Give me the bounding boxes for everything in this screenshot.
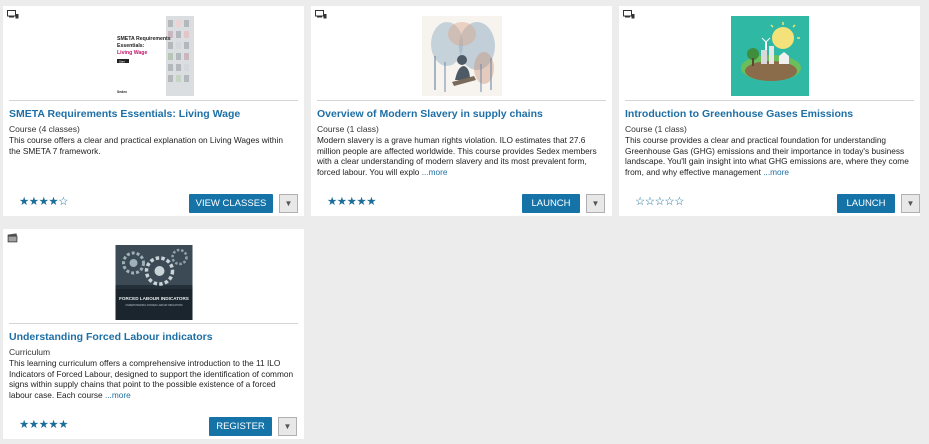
rating-stars: ★★★★★ [19,419,69,431]
chevron-down-icon: ▼ [283,422,292,431]
curriculum-type-icon [7,233,18,243]
thumb-line1: FORCED LABOUR INDICATORS [119,296,189,301]
description-text: This learning curriculum offers a compre… [9,358,294,400]
divider [9,100,298,101]
thumb-tag: Start [119,59,125,63]
forced-labour-thumbnail-art: FORCED LABOUR INDICATORS UNDERSTANDING F… [115,245,192,320]
course-title[interactable]: Overview of Modern Slavery in supply cha… [317,108,606,120]
options-dropdown-button[interactable]: ▼ [278,417,297,436]
thumb-line2: UNDERSTANDING FORCED LABOUR INDICATORS [125,304,183,307]
register-button[interactable]: REGISTER [209,417,272,436]
thumb-line1: SMETA Requirements [117,36,171,42]
course-type-icon [315,10,327,19]
course-title[interactable]: SMETA Requirements Essentials: Living Wa… [9,108,298,120]
modern-slavery-thumbnail-art [421,16,502,96]
course-thumbnail[interactable] [421,16,502,96]
course-thumbnail[interactable] [730,16,809,96]
rating-stars: ☆☆☆☆☆ [635,196,685,208]
thumb-line3: Living Wage [117,50,147,56]
curriculum-thumbnail[interactable]: FORCED LABOUR INDICATORS UNDERSTANDING F… [115,245,192,320]
course-type-icon [7,10,19,19]
curriculum-description: This learning curriculum offers a compre… [9,358,296,400]
divider [625,100,914,101]
view-classes-button[interactable]: VIEW CLASSES [189,194,273,213]
greenhouse-thumbnail-art [730,16,809,96]
course-title[interactable]: Introduction to Greenhouse Gases Emissio… [625,108,914,120]
thumb-line2: Essentials: [117,43,145,49]
launch-button[interactable]: LAUNCH [837,194,895,213]
curriculum-card: FORCED LABOUR INDICATORS UNDERSTANDING F… [3,229,304,439]
divider [9,323,298,324]
course-card: Overview of Modern Slavery in supply cha… [311,6,612,216]
rating-stars: ★★★★☆ [19,196,69,208]
course-type-label: Course (4 classes) [9,124,80,134]
course-type-label: Course (1 class) [317,124,379,134]
chevron-down-icon: ▼ [906,199,915,208]
rating-stars: ★★★★★ [327,196,377,208]
course-description: This course provides a clear and practic… [625,135,912,177]
course-description: Modern slavery is a grave human rights v… [317,135,604,177]
divider [317,100,606,101]
chevron-down-icon: ▼ [284,199,293,208]
course-card: SMETA Requirements Essentials: Living Wa… [3,6,304,216]
course-type-icon [623,10,635,19]
options-dropdown-button[interactable]: ▼ [586,194,605,213]
chevron-down-icon: ▼ [591,199,600,208]
launch-button[interactable]: LAUNCH [522,194,580,213]
course-description: This course offers a clear and practical… [9,135,296,156]
more-link[interactable]: ...more [422,167,448,177]
course-thumbnail[interactable]: SMETA Requirements Essentials: Living Wa… [113,16,194,96]
more-link[interactable]: ...more [763,167,789,177]
course-type-label: Course (1 class) [625,124,687,134]
course-card: Introduction to Greenhouse Gases Emissio… [619,6,920,216]
curriculum-title[interactable]: Understanding Forced Labour indicators [9,331,298,343]
more-link[interactable]: ...more [105,390,131,400]
options-dropdown-button[interactable]: ▼ [279,194,298,213]
description-text: Modern slavery is a grave human rights v… [317,135,597,177]
thumb-brand: Sedex [117,90,127,94]
description-text: This course offers a clear and practical… [9,135,283,156]
living-wage-thumbnail-art: SMETA Requirements Essentials: Living Wa… [113,16,194,96]
curriculum-type-label: Curriculum [9,347,51,357]
options-dropdown-button[interactable]: ▼ [901,194,920,213]
